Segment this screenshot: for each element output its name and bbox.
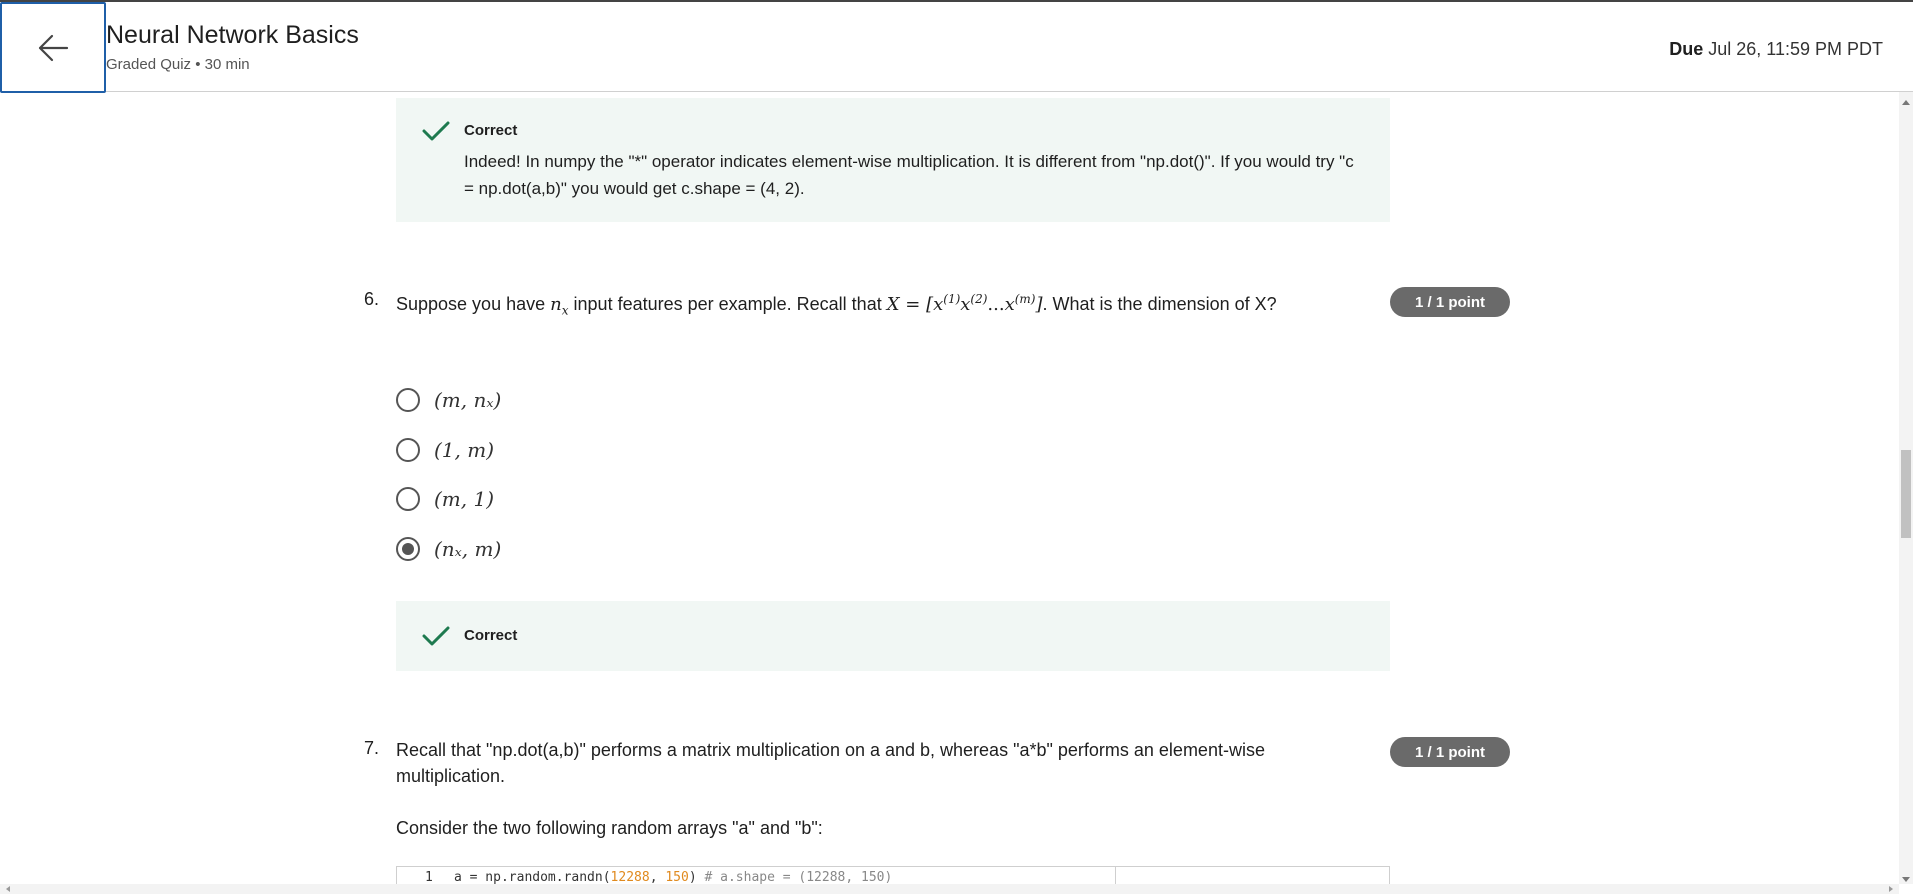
question-text-part: . What is the dimension of X? — [1042, 294, 1277, 314]
code-token: ) — [688, 870, 705, 885]
question-text-part: input features per example. Recall that — [573, 294, 882, 314]
vertical-scrollbar[interactable] — [1899, 92, 1913, 884]
due-date: Due Jul 26, 11:59 PM PDT — [1669, 39, 1883, 60]
code-number: 12288 — [610, 870, 650, 885]
option-1-m[interactable]: (1, m) — [396, 435, 494, 465]
code-token: , — [649, 870, 666, 885]
code-number: 150 — [665, 870, 689, 885]
code-token: a = np.random.randn( — [454, 870, 611, 885]
radio-selected[interactable] — [396, 537, 420, 561]
points-badge: 1 / 1 point — [1390, 287, 1510, 317]
scroll-down-icon[interactable] — [1902, 877, 1910, 882]
page-title: Neural Network Basics — [106, 21, 359, 49]
scroll-up-icon[interactable] — [1902, 100, 1910, 105]
arrow-left-icon — [38, 34, 69, 61]
radio-unselected[interactable] — [396, 388, 420, 412]
question-number: 7. — [364, 738, 380, 758]
due-value: Jul 26, 11:59 PM PDT — [1708, 39, 1883, 59]
feedback-text: Indeed! In numpy the "*" operator indica… — [464, 152, 1354, 198]
math-n-x: nx — [550, 294, 569, 318]
radio-unselected[interactable] — [396, 438, 420, 462]
page-subtitle: Graded Quiz • 30 min — [106, 56, 250, 73]
option-nx-m[interactable]: (nₓ, m) — [396, 534, 501, 564]
question-subtext: Consider the two following random arrays… — [396, 818, 823, 838]
back-button[interactable] — [0, 2, 106, 93]
radio-unselected[interactable] — [396, 487, 420, 511]
scroll-right-icon[interactable] — [1889, 886, 1893, 892]
question-text-part: Suppose you have — [396, 294, 546, 314]
feedback-label: Correct — [464, 122, 518, 139]
option-label: (nₓ, m) — [434, 537, 502, 561]
quiz-header: Neural Network Basics Graded Quiz • 30 m… — [0, 0, 1913, 93]
feedback-correct-q5: Correct Indeed! In numpy the "*" operato… — [396, 98, 1390, 222]
math-x-matrix: X = [x(1)x(2)...x(m)] — [886, 292, 1043, 315]
radio-dot — [402, 543, 414, 555]
question-text: Recall that "np.dot(a,b)" performs a mat… — [396, 740, 1265, 786]
option-label: (1, m) — [434, 438, 495, 462]
option-label: (m, 1) — [434, 487, 495, 511]
question-text: Suppose you have nx input features per e… — [396, 286, 1396, 324]
scroll-thumb[interactable] — [1901, 450, 1911, 538]
check-icon — [422, 121, 450, 141]
option-label: (m, nₓ) — [434, 388, 502, 412]
horizontal-scrollbar[interactable] — [0, 884, 1899, 894]
option-m-nx[interactable]: (m, nₓ) — [396, 385, 501, 415]
code-comment: # a.shape = (12288, 150) — [704, 870, 893, 885]
option-m-1[interactable]: (m, 1) — [396, 484, 494, 514]
line-number: 1 — [425, 870, 433, 885]
points-badge: 1 / 1 point — [1390, 737, 1510, 767]
feedback-label: Correct — [464, 627, 518, 644]
feedback-correct-q6: Correct — [396, 601, 1390, 671]
scroll-left-icon[interactable] — [6, 886, 10, 892]
code-line: a = np.random.randn(12288, 150) # a.shap… — [454, 870, 892, 885]
due-label: Due — [1669, 39, 1704, 59]
check-icon — [422, 626, 450, 646]
question-number: 6. — [364, 289, 380, 309]
